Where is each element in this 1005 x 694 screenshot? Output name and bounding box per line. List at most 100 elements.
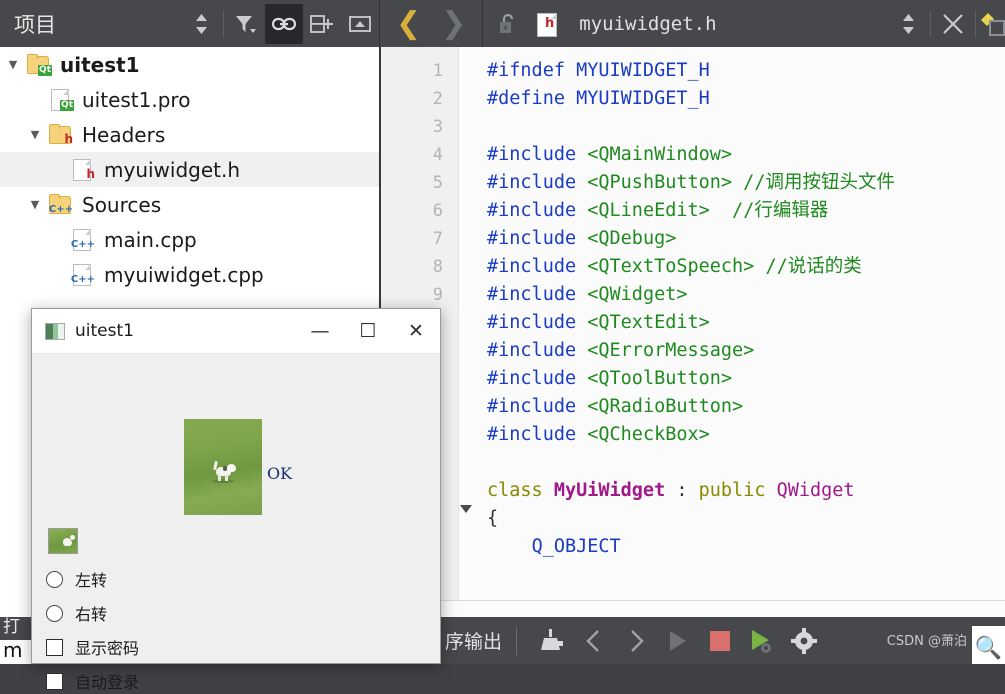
code-token: <QDebug>	[587, 228, 677, 249]
line-number: 3	[432, 117, 443, 137]
unlock-icon[interactable]	[489, 4, 527, 44]
control-label: 显示密码	[75, 639, 140, 658]
code-token: #include	[487, 284, 588, 305]
code-token: <QTextToSpeech>	[587, 256, 755, 277]
collapse-panel-icon[interactable]	[341, 4, 379, 44]
code-token: public	[698, 480, 777, 501]
chevron-down-icon[interactable]: ▼	[0, 58, 26, 71]
code-line[interactable]: #include <QDebug>	[487, 225, 1005, 253]
tree-item-label: uitest1	[60, 52, 140, 77]
line-number: 7	[432, 229, 443, 249]
tree-item-uitest1-pro[interactable]: Qt uitest1.pro	[0, 82, 379, 117]
code-line[interactable]: class MyUiWidget : public QWidget	[487, 477, 1005, 505]
code-token: #include	[487, 172, 588, 193]
current-filename: myuiwidget.h	[579, 12, 717, 35]
filter-funnel-icon[interactable]	[227, 4, 265, 44]
close-button[interactable]: ✕	[392, 309, 440, 353]
code-line[interactable]: #include <QTextToSpeech> //说话的类	[487, 253, 1005, 281]
split-add-icon[interactable]	[303, 4, 341, 44]
clipped-text-da: 打	[3, 617, 20, 637]
dog-thumbnail-button[interactable]	[48, 528, 78, 554]
pencil-edit-icon[interactable]	[979, 4, 1005, 44]
checkbox-option-自动登录[interactable]: 自动登录	[46, 668, 139, 694]
qt-badge: Qt	[38, 64, 52, 76]
tree-item-uitest1[interactable]: ▼ Qt uitest1	[0, 47, 379, 82]
sort-updown-icon[interactable]	[182, 4, 220, 44]
line-number: 2	[432, 89, 443, 109]
code-line[interactable]	[487, 113, 1005, 141]
minimize-button[interactable]: —	[296, 309, 344, 353]
code-token: MyUiWidget	[553, 480, 666, 501]
tree-item-myuiwidget-h[interactable]: h myuiwidget.h	[0, 152, 379, 187]
close-x-icon[interactable]	[934, 4, 972, 44]
link-sync-icon[interactable]	[265, 3, 303, 44]
maximize-button[interactable]: ☐	[344, 309, 392, 353]
navigation-buttons: ❮ ❯	[380, 8, 482, 39]
chevron-right-icon[interactable]: ❯	[431, 8, 476, 39]
fold-marker-icon[interactable]	[460, 505, 472, 513]
code-editor[interactable]: 123456789 #ifndef MYUIWIDGET_H #define MY…	[381, 47, 1005, 617]
tree-item-main-cpp[interactable]: C++ main.cpp	[0, 222, 379, 257]
checkbox-option-显示密码[interactable]: 显示密码	[46, 634, 139, 660]
tree-item-label: Sources	[82, 192, 162, 217]
code-line[interactable]: #include <QLineEdit> //行编辑器	[487, 197, 1005, 225]
code-line[interactable]: #include <QCheckBox>	[487, 421, 1005, 449]
cpp-badge: C++	[70, 238, 95, 250]
stop-square-icon[interactable]	[699, 621, 741, 661]
code-line[interactable]: {	[487, 505, 1005, 533]
bottom-left-white-strip: m	[0, 638, 31, 664]
radio-button-icon[interactable]	[46, 604, 63, 622]
build-run-icon[interactable]	[741, 621, 783, 661]
tree-item-label: uitest1.pro	[82, 87, 191, 112]
dialog-titlebar[interactable]: uitest1 — ☐ ✕	[32, 309, 440, 354]
radio-option-左转[interactable]: 左转	[46, 566, 107, 592]
broom-clear-icon[interactable]	[531, 621, 573, 661]
output-pane-label[interactable]: 序输出	[445, 627, 502, 654]
file-cpp-icon: C++	[70, 228, 96, 252]
code-line[interactable]: #include <QWidget>	[487, 281, 1005, 309]
project-panel-header: 项目	[0, 0, 380, 47]
h-badge: h	[64, 131, 73, 146]
chevron-down-icon[interactable]: ▼	[22, 198, 48, 211]
checkbox-icon[interactable]	[46, 638, 63, 656]
magnifier-icon[interactable]: 🔍	[975, 636, 1002, 661]
running-app-window[interactable]: uitest1 — ☐ ✕ OK 左转 右转 显示密码 自动登录	[31, 308, 441, 692]
tree-item-sources[interactable]: ▼ C++ Sources	[0, 187, 379, 222]
code-token: MYUIWIDGET_H	[576, 60, 710, 81]
chevron-left-icon[interactable]: ❮	[386, 8, 431, 39]
tree-item-headers[interactable]: ▼ h Headers	[0, 117, 379, 152]
code-line[interactable]: #include <QErrorMessage>	[487, 337, 1005, 365]
code-line[interactable]: Q_OBJECT	[487, 533, 1005, 561]
code-content[interactable]: #ifndef MYUIWIDGET_H #define MYUIWIDGET_H…	[473, 47, 1005, 617]
chevron-right-icon[interactable]	[615, 621, 657, 661]
code-line[interactable]: #include <QToolButton>	[487, 365, 1005, 393]
code-line[interactable]	[487, 449, 1005, 477]
csdn-watermark: CSDN @萧泊	[886, 634, 967, 649]
gear-settings-icon[interactable]	[783, 621, 825, 661]
checkbox-icon[interactable]	[46, 672, 63, 690]
chevron-left-icon[interactable]	[573, 621, 615, 661]
code-line[interactable]: #define MYUIWIDGET_H	[487, 85, 1005, 113]
sort-updown-icon-right[interactable]	[889, 4, 927, 44]
code-line[interactable]: #include <QTextEdit>	[487, 309, 1005, 337]
code-fold-column[interactable]	[459, 47, 473, 617]
radio-option-右转[interactable]: 右转	[46, 600, 107, 626]
editor-bottom-edge	[441, 600, 1005, 617]
code-token: <QRadioButton>	[587, 396, 744, 417]
code-line[interactable]: #include <QPushButton> //调用按钮头文件	[487, 169, 1005, 197]
chevron-down-icon[interactable]: ▼	[22, 128, 48, 141]
file-cpp-icon: C++	[70, 263, 96, 287]
code-line[interactable]: #include <QRadioButton>	[487, 393, 1005, 421]
line-number: 5	[432, 173, 443, 193]
cpp-badge: C++	[70, 273, 95, 285]
run-play-icon[interactable]	[657, 621, 699, 661]
line-number: 9	[432, 285, 443, 305]
code-token: <QErrorMessage>	[587, 340, 755, 361]
code-line[interactable]: #include <QMainWindow>	[487, 141, 1005, 169]
code-line[interactable]: #ifndef MYUIWIDGET_H	[487, 57, 1005, 85]
folder-h-icon: h	[48, 123, 74, 147]
radio-button-icon[interactable]	[46, 570, 63, 588]
tree-item-myuiwidget-cpp[interactable]: C++ myuiwidget.cpp	[0, 257, 379, 292]
code-token: #include	[487, 312, 588, 333]
